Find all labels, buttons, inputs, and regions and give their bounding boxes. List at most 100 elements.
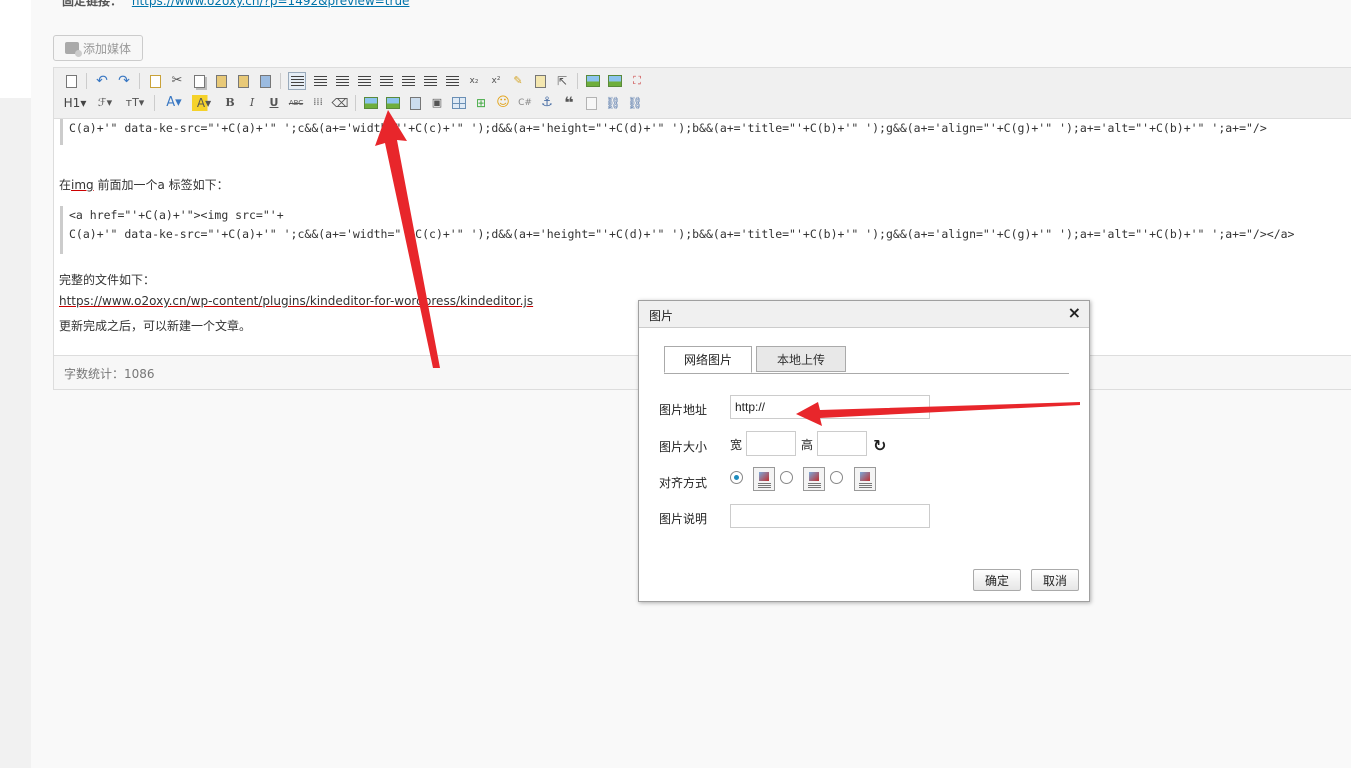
fullscreen-icon[interactable]: ⛶ — [629, 73, 645, 89]
redo-icon[interactable]: ↷ — [116, 73, 132, 89]
dialog-title: 图片 — [649, 309, 674, 323]
cut-icon[interactable]: ✂ — [169, 73, 185, 89]
url-label: 图片地址 — [659, 403, 708, 417]
align-right-radio[interactable] — [830, 471, 843, 484]
image-height-input[interactable] — [817, 431, 867, 456]
table-icon[interactable] — [451, 95, 467, 111]
admin-sidebar-top — [0, 0, 31, 98]
multi-image-icon[interactable] — [607, 73, 623, 89]
toolbar-row-2: H1 ▾ ℱ ▾ тT ▾ A▾ A▾ B I U ABC ⁞⁞⁞ ⌫ ▣ ⊞ ☺ C… — [60, 92, 646, 114]
paragraph-3: 更新完成之后，可以新建一个文章。 — [59, 319, 252, 333]
media-icon[interactable]: ▣ — [429, 95, 445, 111]
italic-icon[interactable]: I — [244, 95, 260, 111]
dialog-header: 图片 × — [639, 301, 1089, 328]
align-label: 对齐方式 — [659, 476, 708, 490]
height-label: 高 — [801, 438, 814, 452]
subscript-icon[interactable]: x₂ — [466, 73, 482, 89]
quote-icon[interactable]: ❝ — [561, 95, 577, 111]
source-icon[interactable] — [63, 73, 79, 89]
fore-color-icon[interactable]: A▾ — [162, 95, 186, 111]
unlink-icon[interactable]: ⛓ — [627, 95, 643, 111]
hilite-color-icon[interactable]: A▾ — [192, 95, 216, 111]
align-justify-icon[interactable] — [356, 73, 372, 89]
strikethrough-icon[interactable]: ABC — [288, 95, 304, 111]
heading-label: H1 — [63, 96, 81, 110]
indent-icon[interactable] — [422, 73, 438, 89]
width-label: 宽 — [730, 438, 743, 452]
insert-multi-image-icon[interactable] — [385, 95, 401, 111]
paste-word-icon[interactable] — [257, 73, 273, 89]
toolbar-separator — [154, 95, 155, 111]
paste-icon[interactable] — [213, 73, 229, 89]
toolbar-separator — [355, 95, 356, 111]
paste-text-icon[interactable] — [235, 73, 251, 89]
toolbar-row-1: ↶ ↷ ✂ x₂ x² ✎ ⇱ ⛶ — [60, 70, 648, 92]
permalink-bar: 固定链接： https://www.o2oxy.cn/?p=1492&previ… — [62, 0, 409, 9]
align-left-icon[interactable] — [288, 72, 306, 90]
clear-format-icon[interactable]: ✎ — [510, 73, 526, 89]
font-size-label: тT — [125, 96, 139, 109]
paragraph-2: 完整的文件如下： — [59, 273, 156, 287]
copy-icon[interactable] — [191, 73, 207, 89]
hr-icon[interactable]: ⊞ — [473, 95, 489, 111]
tab-local-upload[interactable]: 本地上传 — [756, 346, 846, 372]
cancel-button[interactable]: 取消 — [1031, 569, 1079, 591]
quick-format-icon[interactable] — [532, 73, 548, 89]
close-icon[interactable]: × — [1068, 304, 1081, 322]
superscript-icon[interactable]: x² — [488, 73, 504, 89]
unordered-list-icon[interactable] — [400, 73, 416, 89]
add-media-button[interactable]: 添加媒体 — [53, 35, 143, 61]
toolbar-separator — [86, 73, 87, 89]
code-block-1: C(a)+'" data-ke-src="'+C(a)+'" ';c&&(a+=… — [60, 119, 1351, 145]
emoticon-icon[interactable]: ☺ — [495, 95, 511, 111]
dialog-tabs: 网络图片 本地上传 — [664, 346, 1069, 374]
preview-icon[interactable] — [147, 73, 163, 89]
image-dialog: 图片 × 网络图片 本地上传 图片地址 图片大小 宽 高 ↻ 对齐方式 图片说明… — [638, 300, 1090, 602]
align-right-icon[interactable] — [334, 73, 350, 89]
image-description-input[interactable] — [730, 504, 930, 528]
align-left-icon — [803, 467, 825, 491]
remove-format-icon[interactable]: ⌫ — [332, 95, 349, 111]
align-right-icon — [854, 467, 876, 491]
line-height-icon[interactable]: ⁞⁞⁞ — [310, 95, 326, 111]
paragraph-file-link: https://www.o2oxy.cn/wp-content/plugins/… — [59, 294, 533, 308]
align-default-icon — [753, 467, 775, 491]
refresh-icon[interactable]: ↻ — [873, 436, 886, 455]
bold-icon[interactable]: B — [222, 95, 238, 111]
underline-icon[interactable]: U — [266, 95, 282, 111]
font-name-dropdown[interactable]: ℱ ▾ — [93, 95, 117, 111]
select-all-icon[interactable]: ⇱ — [554, 73, 570, 89]
file-link[interactable]: https://www.o2oxy.cn/wp-content/plugins/… — [59, 294, 533, 308]
image-width-input[interactable] — [746, 431, 796, 456]
admin-sidebar-strip — [0, 0, 31, 768]
media-icon — [64, 42, 82, 57]
toolbar-separator — [139, 73, 140, 89]
toolbar-separator — [577, 73, 578, 89]
code-block-2-line-2: C(a)+'" data-ke-src="'+C(a)+'" ';c&&(a+=… — [69, 227, 1295, 241]
flash-icon[interactable] — [407, 95, 423, 111]
anchor-icon[interactable]: ⚓ — [539, 95, 555, 111]
outdent-icon[interactable] — [444, 73, 460, 89]
image-icon[interactable] — [585, 73, 601, 89]
align-left-radio[interactable] — [780, 471, 793, 484]
ordered-list-icon[interactable] — [378, 73, 394, 89]
editor-toolbar: ↶ ↷ ✂ x₂ x² ✎ ⇱ ⛶ H1 ▾ ℱ ▾ тT ▾ A▾ A▾ B … — [54, 68, 1351, 119]
code-block-2-line-1: <a href="'+C(a)+'"><img src="'+ — [69, 208, 284, 222]
image-url-input[interactable] — [730, 395, 930, 419]
pagebreak-icon[interactable] — [583, 95, 599, 111]
permalink-url[interactable]: https://www.o2oxy.cn/?p=1492&preview=tru… — [132, 0, 410, 8]
align-center-icon[interactable] — [312, 73, 328, 89]
font-size-dropdown[interactable]: тT ▾ — [123, 95, 147, 111]
font-name-label: ℱ — [97, 96, 107, 109]
align-default-radio[interactable] — [730, 471, 743, 484]
tab-remote-image[interactable]: 网络图片 — [664, 346, 752, 373]
paragraph-1: 在img 前面加一个a 标签如下： — [59, 178, 229, 192]
insert-image-icon[interactable] — [363, 95, 379, 111]
img-link[interactable]: img — [71, 178, 94, 192]
undo-icon[interactable]: ↶ — [94, 73, 110, 89]
heading-dropdown[interactable]: H1 ▾ — [63, 95, 87, 111]
link-icon[interactable]: ⛓ — [605, 95, 621, 111]
code-icon[interactable]: C# — [517, 95, 533, 111]
toolbar-separator — [280, 73, 281, 89]
ok-button[interactable]: 确定 — [973, 569, 1021, 591]
